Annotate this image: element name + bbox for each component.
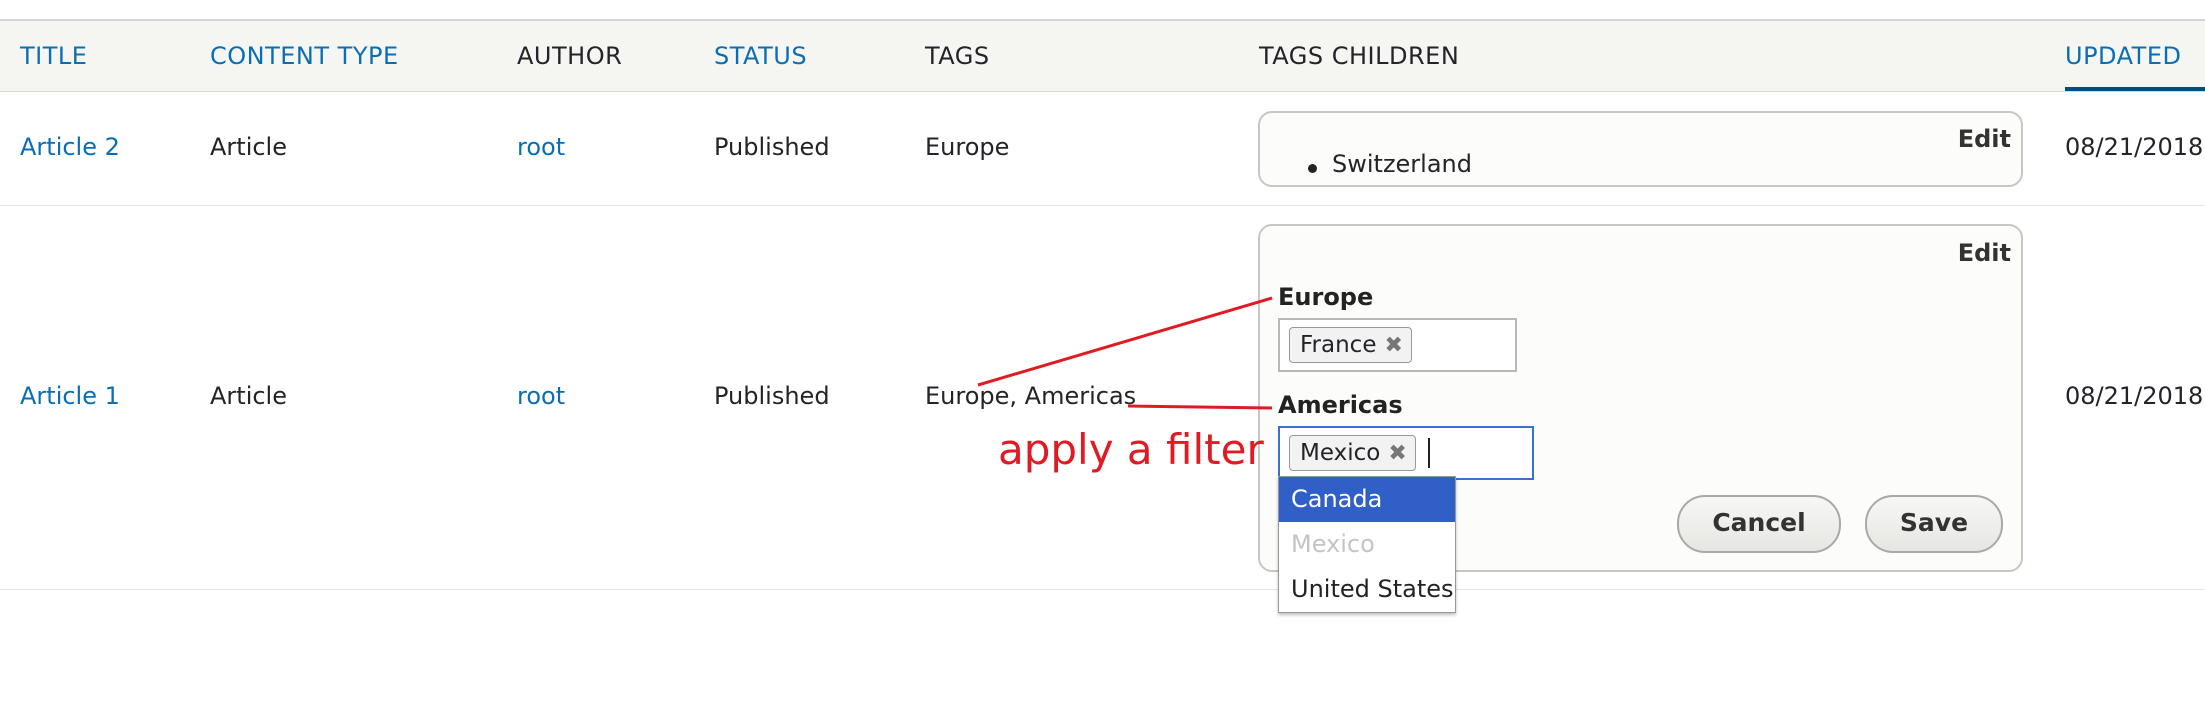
- status-cell: Published: [714, 382, 830, 410]
- tags-cell: Europe, Americas: [925, 382, 1137, 410]
- edit-link[interactable]: Edit: [1958, 239, 2011, 267]
- column-header-title[interactable]: TITLE: [20, 21, 87, 91]
- list-bullet: [1308, 164, 1317, 173]
- tags-cell: Europe: [925, 133, 1010, 161]
- child-tag-item: Switzerland: [1332, 150, 1472, 178]
- column-header-updated[interactable]: UPDATED: [2065, 21, 2181, 91]
- annotation-text: apply a filter: [998, 425, 1264, 474]
- sort-indicator: [2065, 87, 2205, 91]
- author-link[interactable]: root: [517, 133, 565, 161]
- text-caret: [1428, 438, 1430, 468]
- europe-tags-input[interactable]: France ✖: [1278, 318, 1517, 372]
- table-header: TITLE CONTENT TYPE AUTHOR STATUS TAGS TA…: [0, 21, 2205, 92]
- tag-chip-label: France: [1300, 332, 1377, 358]
- autocomplete-dropdown: Canada Mexico United States: [1278, 476, 1456, 613]
- article-title-link[interactable]: Article 1: [20, 382, 120, 410]
- field-label-europe: Europe: [1278, 283, 1374, 311]
- dropdown-option[interactable]: United States: [1279, 567, 1455, 612]
- content-type-cell: Article: [210, 382, 287, 410]
- column-header-tags-children: TAGS CHILDREN: [1259, 42, 1460, 70]
- column-header-author: AUTHOR: [517, 42, 623, 70]
- table-row: Article 2 Article root Published Europe …: [0, 92, 2205, 206]
- status-cell: Published: [714, 133, 830, 161]
- column-header-content-type[interactable]: CONTENT TYPE: [210, 21, 399, 91]
- dropdown-option-highlighted[interactable]: Canada: [1279, 477, 1455, 522]
- tag-chip: France ✖: [1289, 327, 1412, 363]
- content-type-cell: Article: [210, 133, 287, 161]
- article-title-link[interactable]: Article 2: [20, 133, 120, 161]
- dropdown-option-disabled: Mexico: [1291, 530, 1375, 558]
- tags-children-field: Edit Switzerland: [1258, 111, 2023, 187]
- field-label-americas: Americas: [1278, 391, 1403, 419]
- cancel-button[interactable]: Cancel: [1677, 495, 1841, 553]
- save-button[interactable]: Save: [1865, 495, 2003, 553]
- top-divider: [0, 0, 2205, 21]
- tag-chip-label: Mexico: [1300, 440, 1381, 466]
- americas-tags-input[interactable]: Mexico ✖: [1278, 426, 1534, 480]
- updated-cell: 08/21/2018: [2065, 382, 2204, 410]
- remove-icon[interactable]: ✖: [1388, 437, 1406, 471]
- tag-chip: Mexico ✖: [1289, 435, 1416, 471]
- author-link[interactable]: root: [517, 382, 565, 410]
- updated-cell: 08/21/2018: [2065, 133, 2204, 161]
- column-header-tags: TAGS: [925, 42, 990, 70]
- remove-icon[interactable]: ✖: [1384, 329, 1402, 363]
- edit-link[interactable]: Edit: [1958, 125, 2011, 153]
- column-header-status[interactable]: STATUS: [714, 21, 807, 91]
